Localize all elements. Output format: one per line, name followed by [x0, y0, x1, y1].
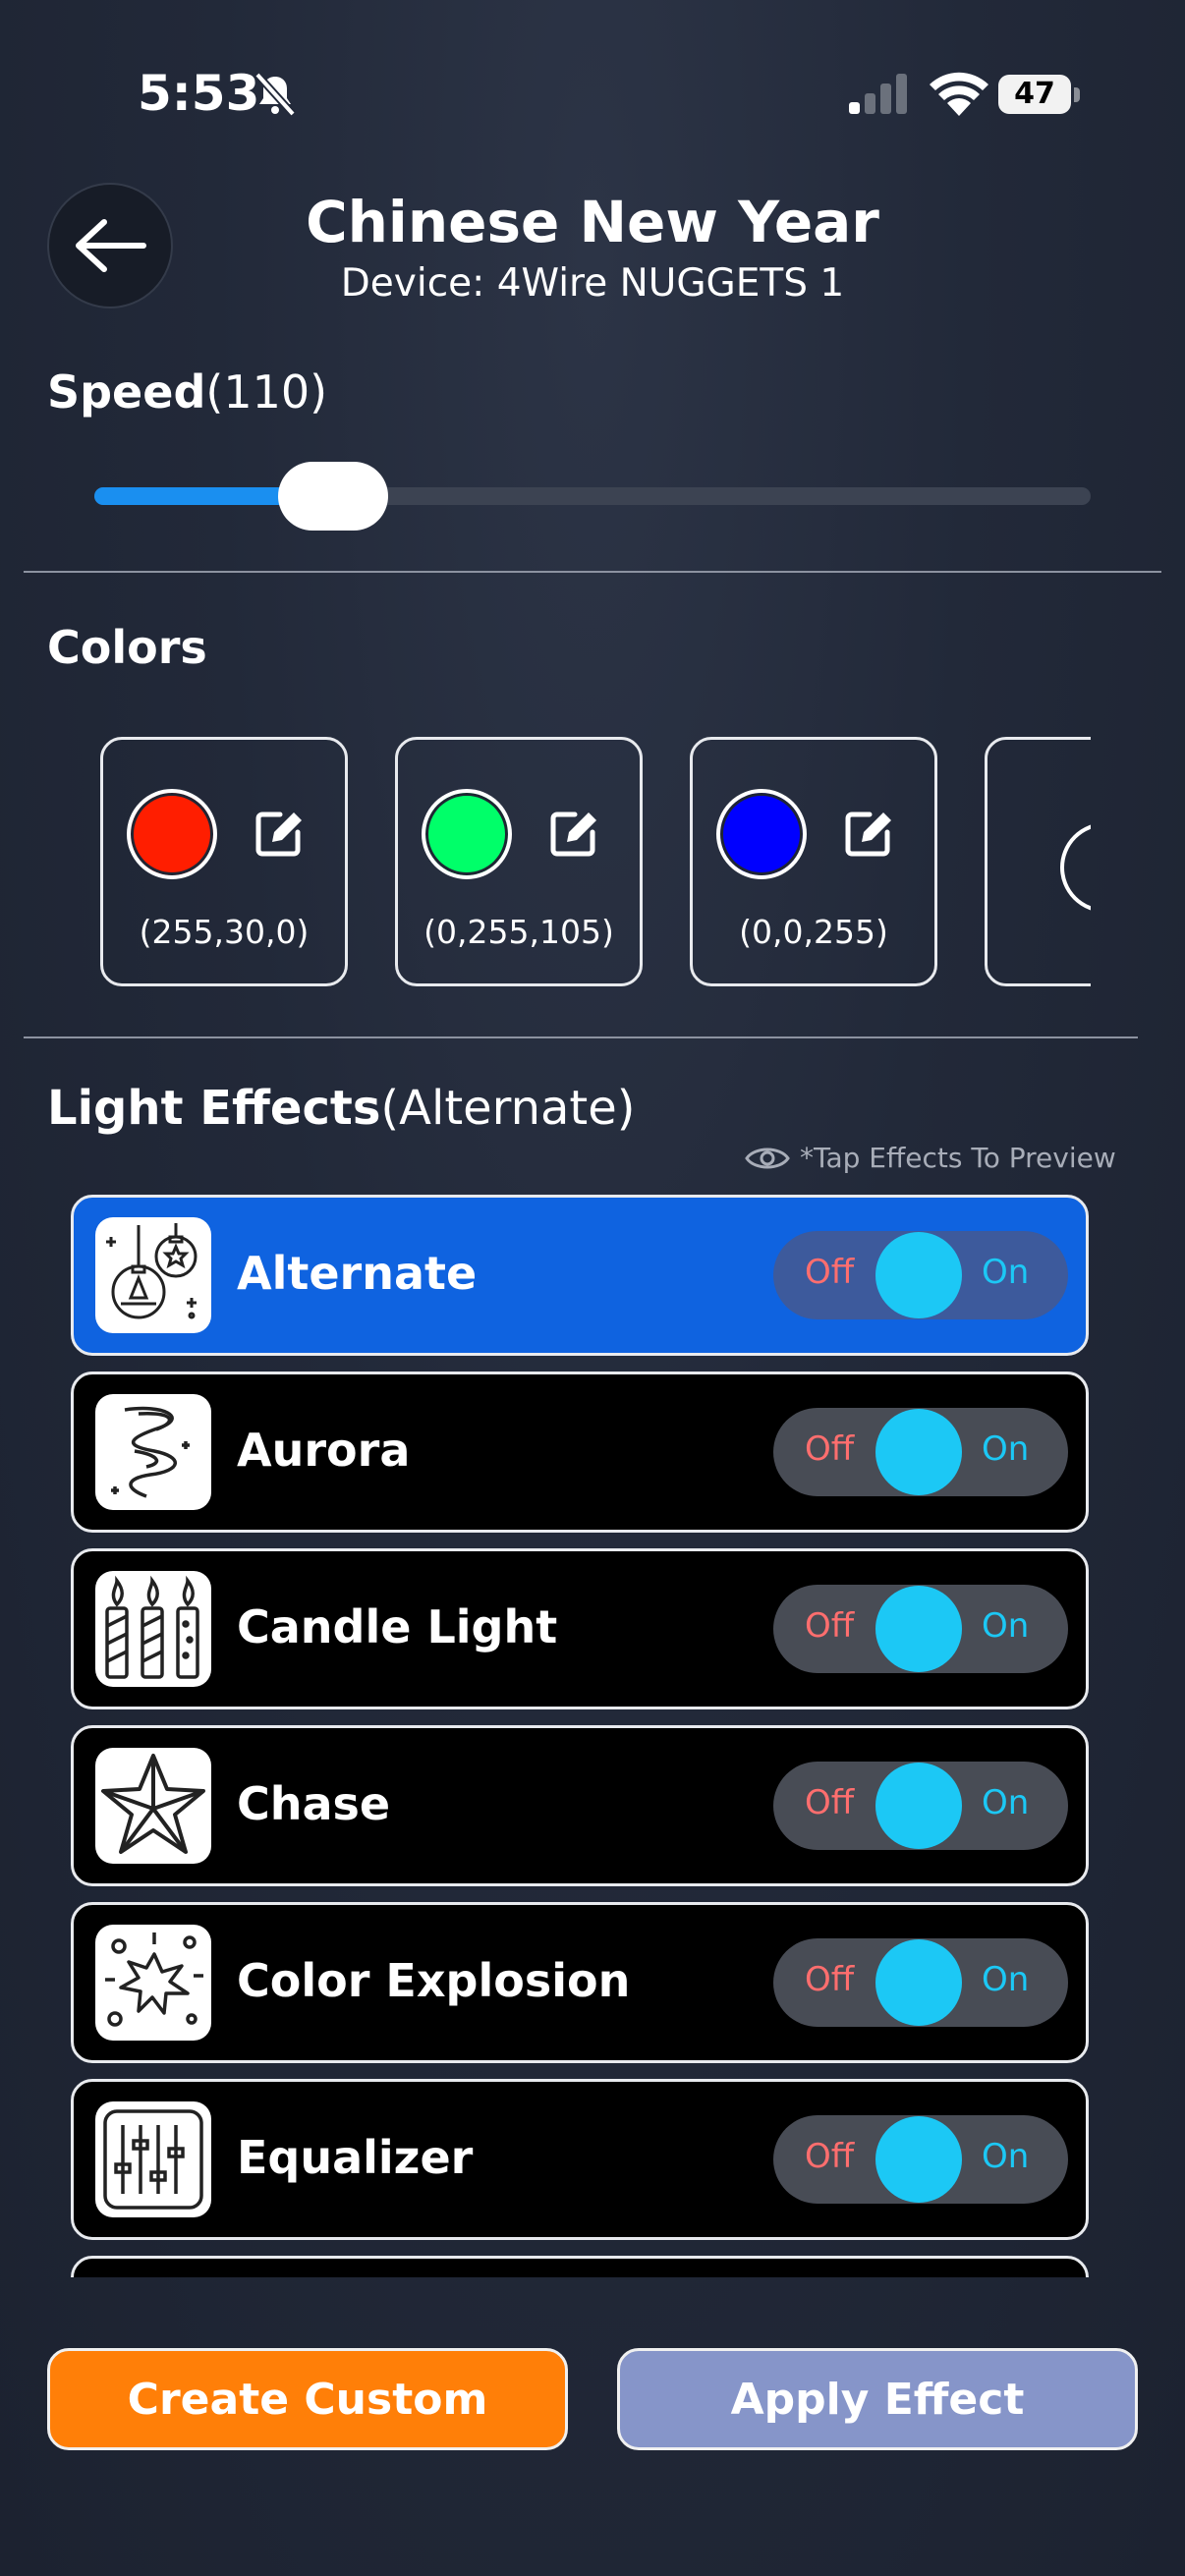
- effect-item-alternate[interactable]: Alternate Off On: [71, 1195, 1089, 1356]
- speed-value: (110): [205, 365, 328, 419]
- color-card-3[interactable]: (0,0,255): [690, 737, 937, 986]
- divider: [24, 1036, 1138, 1038]
- color-swatch[interactable]: [127, 789, 217, 879]
- toggle-on-label: On: [982, 1429, 1030, 1469]
- effect-item-chase[interactable]: Chase Off On: [71, 1725, 1089, 1886]
- speed-slider-thumb[interactable]: [278, 462, 389, 531]
- toggle-off-label: Off: [805, 1606, 855, 1646]
- aurora-icon: [95, 1394, 211, 1510]
- page-title: Chinese New Year: [306, 189, 879, 255]
- effects-heading: Light Effects: [47, 1081, 381, 1136]
- edit-icon[interactable]: [545, 805, 602, 862]
- effects-heading-row: Light Effects(Alternate): [47, 1081, 635, 1136]
- toggle-knob[interactable]: [875, 1232, 962, 1318]
- color-rgb-value: (0,255,105): [423, 913, 614, 951]
- effect-name: Color Explosion: [237, 1954, 631, 2007]
- effect-toggle[interactable]: Off On: [773, 1762, 1068, 1850]
- effect-toggle[interactable]: Off On: [773, 2115, 1068, 2204]
- colors-heading: Colors: [47, 621, 207, 674]
- toggle-knob[interactable]: [875, 1763, 962, 1849]
- toggle-on-label: On: [982, 1606, 1030, 1646]
- toggle-off-label: Off: [805, 1960, 855, 1999]
- arrow-left-icon: [76, 219, 146, 272]
- device-name: Device: 4Wire NUGGETS 1: [340, 261, 845, 306]
- toggle-knob[interactable]: [875, 1586, 962, 1672]
- effect-toggle[interactable]: Off On: [773, 1585, 1068, 1673]
- preview-hint-text: *Tap Effects To Preview: [800, 1142, 1116, 1174]
- edit-icon[interactable]: [840, 805, 897, 862]
- speed-label: Speed(110): [47, 365, 327, 419]
- eye-icon: [745, 1148, 790, 1168]
- candles-icon: [95, 1571, 211, 1687]
- effect-name: Chase: [237, 1777, 391, 1830]
- status-time: 5:53: [138, 65, 260, 122]
- effect-item-candle-light[interactable]: Candle Light Off On: [71, 1548, 1089, 1709]
- effect-toggle[interactable]: Off On: [773, 1408, 1068, 1496]
- battery-level: 47: [998, 75, 1071, 114]
- effect-toggle[interactable]: Off On: [773, 1231, 1068, 1319]
- divider: [24, 571, 1161, 573]
- color-card-1[interactable]: (255,30,0): [100, 737, 348, 986]
- toggle-knob[interactable]: [875, 1409, 962, 1495]
- create-custom-button[interactable]: Create Custom: [47, 2348, 568, 2450]
- toggle-on-label: On: [982, 1253, 1030, 1292]
- firework-icon: [95, 1925, 211, 2041]
- apply-effect-button[interactable]: Apply Effect: [617, 2348, 1138, 2450]
- bell-muted-icon: [254, 72, 296, 117]
- add-color-card[interactable]: [985, 737, 1091, 986]
- current-effect: (Alternate): [380, 1081, 636, 1136]
- preview-hint: *Tap Effects To Preview: [745, 1142, 1116, 1174]
- effect-item-partial[interactable]: [71, 2256, 1089, 2277]
- add-color-icon: [1060, 824, 1091, 911]
- toggle-on-label: On: [982, 1960, 1030, 1999]
- toggle-off-label: Off: [805, 1253, 855, 1292]
- color-card-2[interactable]: (0,255,105): [395, 737, 643, 986]
- effect-name: Equalizer: [237, 2131, 474, 2184]
- edit-icon[interactable]: [251, 805, 308, 862]
- toggle-knob[interactable]: [875, 2116, 962, 2203]
- back-button[interactable]: [47, 183, 173, 308]
- effect-name: Candle Light: [237, 1600, 558, 1653]
- effect-item-color-explosion[interactable]: Color Explosion Off On: [71, 1902, 1089, 2063]
- effect-name: Aurora: [237, 1424, 411, 1477]
- color-swatch[interactable]: [716, 789, 807, 879]
- effect-toggle[interactable]: Off On: [773, 1938, 1068, 2027]
- effect-name: Alternate: [237, 1247, 478, 1300]
- color-rgb-value: (0,0,255): [739, 913, 888, 951]
- toggle-knob[interactable]: [875, 1939, 962, 2026]
- ornaments-icon: [95, 1217, 211, 1333]
- equalizer-icon: [95, 2101, 211, 2217]
- speed-title: Speed: [47, 365, 206, 419]
- color-list[interactable]: (255,30,0) (0,255,105) (0,0,255): [94, 735, 1091, 994]
- star-icon: [95, 1748, 211, 1864]
- effects-list[interactable]: Alternate Off On Aurora Off On Candle Li…: [71, 1195, 1093, 2277]
- toggle-on-label: On: [982, 1783, 1030, 1822]
- effect-item-aurora[interactable]: Aurora Off On: [71, 1372, 1089, 1533]
- battery-icon: 47: [998, 75, 1081, 116]
- color-rgb-value: (255,30,0): [139, 913, 310, 951]
- toggle-off-label: Off: [805, 2137, 855, 2176]
- toggle-off-label: Off: [805, 1783, 855, 1822]
- cellular-signal-icon: [849, 74, 907, 114]
- effect-item-equalizer[interactable]: Equalizer Off On: [71, 2079, 1089, 2240]
- toggle-on-label: On: [982, 2137, 1030, 2176]
- color-swatch[interactable]: [422, 789, 512, 879]
- toggle-off-label: Off: [805, 1429, 855, 1469]
- wifi-icon: [930, 72, 988, 116]
